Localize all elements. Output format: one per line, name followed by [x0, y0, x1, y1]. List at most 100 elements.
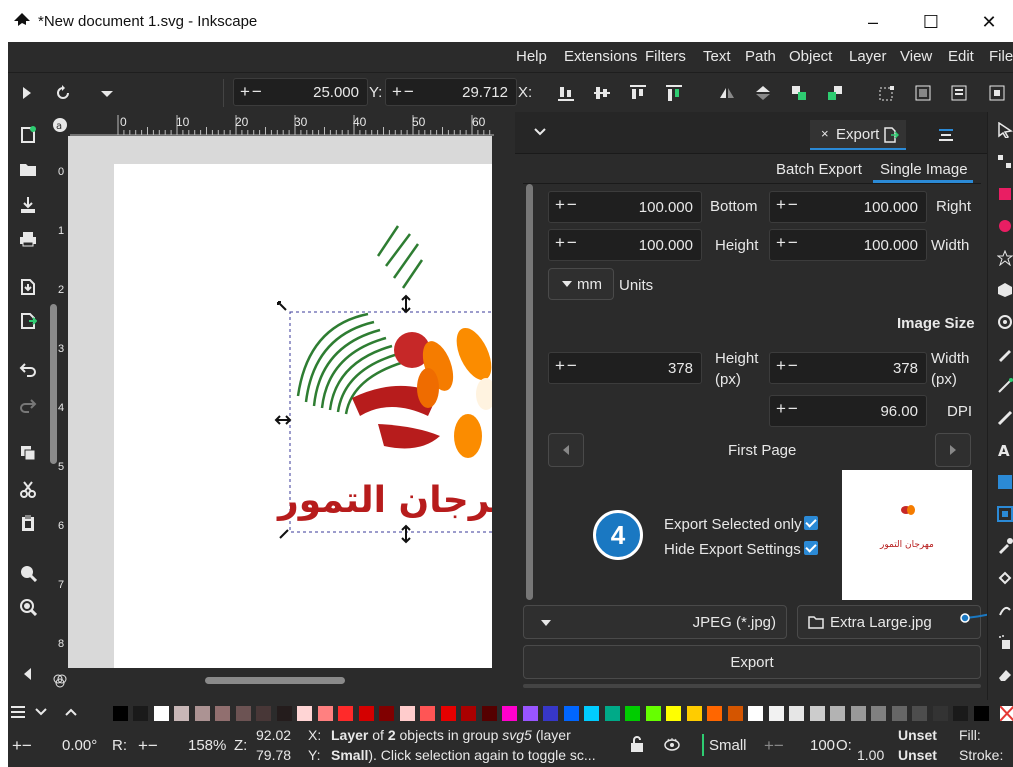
menu-help[interactable]: Help [516, 48, 547, 65]
align-center-v-icon[interactable] [593, 84, 611, 102]
align-tab-icon[interactable] [938, 128, 954, 142]
rotate-icon[interactable] [54, 84, 72, 102]
hide-export-settings-label[interactable]: Hide Export Settings [664, 541, 801, 558]
spin-plus-minus-icon[interactable]: +− [776, 195, 800, 215]
units-dropdown[interactable]: mm [548, 268, 614, 300]
area-top-spinbox[interactable]: +− 100.000 [548, 191, 702, 223]
y-position-spinbox[interactable]: +− 29.712 [385, 78, 517, 106]
selector-tool-icon[interactable] [997, 122, 1013, 138]
spiral-tool-icon[interactable] [997, 314, 1013, 330]
color-swatch[interactable] [194, 706, 210, 721]
save-icon[interactable] [19, 196, 37, 214]
rotation-plus-minus-icon[interactable]: +− [12, 736, 32, 756]
color-swatch[interactable] [235, 706, 251, 721]
star-tool-icon[interactable] [997, 250, 1013, 266]
hamburger-menu-icon[interactable] [10, 705, 26, 719]
zoom-drawing-icon[interactable] [19, 598, 37, 616]
color-swatch[interactable] [891, 706, 907, 721]
color-swatch[interactable] [379, 706, 394, 721]
paint-bucket-tool-icon[interactable] [997, 570, 1013, 586]
eye-visibility-icon[interactable] [664, 736, 680, 752]
color-swatch[interactable] [317, 706, 333, 721]
mesh-tool-icon[interactable] [997, 506, 1013, 522]
no-paint-swatch[interactable] [1000, 706, 1013, 721]
pen-tool-icon[interactable] [997, 378, 1013, 394]
color-swatch[interactable] [481, 706, 497, 721]
vertical-ruler[interactable]: 0 1 2 3 4 5 6 7 8 [48, 136, 68, 668]
minimize-button[interactable]: – [853, 8, 893, 36]
3d-box-tool-icon[interactable] [997, 282, 1013, 298]
spin-plus-minus-icon[interactable]: +− [776, 233, 800, 253]
color-swatch[interactable] [133, 706, 148, 721]
export-icon[interactable] [19, 312, 37, 330]
hide-export-settings-checkbox[interactable] [804, 541, 818, 555]
horizontal-ruler[interactable]: 0 10 20 30 40 50 60 [70, 114, 615, 136]
menu-edit[interactable]: Edit [948, 48, 974, 65]
vertical-scrollbar[interactable] [50, 304, 57, 464]
color-swatch[interactable] [768, 706, 784, 721]
print-icon[interactable] [19, 230, 37, 248]
area-right-spinbox[interactable]: +− 100.000 [769, 191, 927, 223]
text-tool-icon[interactable]: A [997, 442, 1013, 458]
flip-horizontal-icon[interactable] [718, 84, 736, 102]
export-selected-only-checkbox[interactable] [804, 516, 818, 530]
filename-chooser-button[interactable]: Extra Large.jpg [797, 605, 981, 639]
spin-plus-minus-icon[interactable]: +− [776, 399, 800, 419]
export-tab[interactable]: × Export [810, 120, 906, 150]
color-swatch[interactable] [871, 706, 886, 721]
current-layer-dropdown[interactable]: Small [709, 737, 747, 754]
export-button[interactable]: Export [523, 645, 981, 679]
px-width-spinbox[interactable]: +− 378 [769, 352, 927, 384]
spray-tool-icon[interactable] [997, 634, 1013, 650]
chevron-down-icon[interactable] [35, 708, 47, 716]
spin-plus-minus-icon[interactable]: +− [240, 82, 264, 102]
pencil-tool-icon[interactable] [997, 346, 1013, 362]
menu-path[interactable]: Path [745, 48, 776, 65]
menu-layer[interactable]: Layer [849, 48, 887, 65]
chevron-down-icon[interactable] [533, 127, 547, 137]
color-swatch[interactable] [297, 706, 312, 721]
format-dropdown[interactable]: JPEG (*.jpg) [523, 605, 787, 639]
zoom-selection-icon[interactable] [19, 564, 37, 582]
color-swatch[interactable] [112, 706, 128, 721]
menu-extensions[interactable]: Extensions [564, 48, 637, 65]
color-swatch[interactable] [338, 706, 353, 721]
color-swatch[interactable] [625, 706, 640, 721]
color-swatch[interactable] [92, 706, 107, 721]
color-swatch[interactable] [399, 706, 415, 721]
open-folder-icon[interactable] [19, 160, 37, 178]
close-button[interactable]: ✕ [969, 8, 1009, 36]
lock-guides-icon[interactable]: a [52, 117, 68, 133]
color-swatch[interactable] [215, 706, 230, 721]
drawing-artwork[interactable] [68, 136, 492, 668]
rectangle-tool-icon[interactable] [997, 186, 1013, 202]
export-selected-only-label[interactable]: Export Selected only [664, 516, 802, 533]
chevron-up-icon[interactable] [65, 708, 77, 716]
zoom-value[interactable]: 158% [188, 737, 226, 754]
color-swatch[interactable] [727, 706, 743, 721]
play-arrow-icon[interactable] [18, 84, 36, 102]
color-management-icon[interactable] [52, 673, 68, 689]
redo-icon[interactable] [19, 396, 37, 414]
duplicate-icon[interactable] [19, 444, 37, 462]
import-icon[interactable] [19, 278, 37, 296]
color-swatch[interactable] [912, 706, 927, 721]
tab-batch-export[interactable]: Batch Export [776, 161, 862, 178]
color-swatch[interactable] [645, 706, 661, 721]
area-width-spinbox[interactable]: +− 100.000 [769, 229, 927, 261]
color-swatch[interactable] [748, 706, 763, 721]
ellipse-tool-icon[interactable] [997, 218, 1013, 234]
flip-vertical-icon[interactable] [754, 84, 772, 102]
cut-icon[interactable] [19, 480, 37, 498]
zoom-plus-minus-icon[interactable]: +− [138, 736, 158, 756]
select-all-icon[interactable] [878, 84, 896, 102]
menu-filters[interactable]: Filters [645, 48, 686, 65]
snap-icon[interactable] [988, 84, 1006, 102]
color-swatch[interactable] [543, 706, 558, 721]
spin-plus-minus-icon[interactable]: +− [555, 356, 579, 376]
menu-file[interactable]: File [989, 48, 1013, 65]
tab-close-icon[interactable]: × [821, 126, 829, 141]
spin-plus-minus-icon[interactable]: +− [776, 356, 800, 376]
spin-plus-minus-icon[interactable]: +− [555, 195, 579, 215]
raise-icon[interactable] [790, 84, 808, 102]
